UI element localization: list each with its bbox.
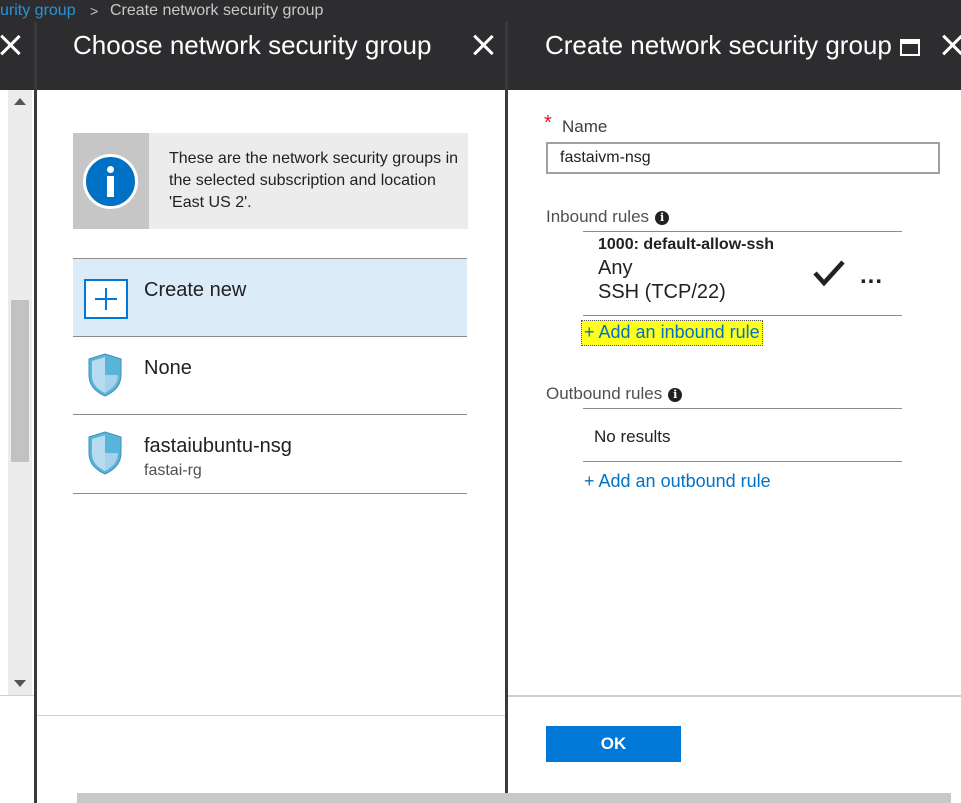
rule-source: Any	[598, 257, 633, 279]
list-item-label: None	[144, 357, 192, 379]
add-inbound-rule-link[interactable]: + Add an inbound rule	[581, 320, 763, 346]
divider	[508, 695, 961, 697]
horizontal-scrollbar[interactable]	[77, 793, 951, 803]
shield-icon	[88, 431, 122, 475]
inbound-rules-text: Inbound rules	[546, 207, 650, 226]
blade-separator	[505, 22, 508, 803]
divider	[0, 695, 34, 696]
info-icon-strip	[73, 133, 149, 229]
breadcrumb-current: Create network security group	[110, 2, 324, 19]
list-item-sublabel: fastai-rg	[144, 462, 202, 479]
no-results-text: No results	[594, 427, 671, 446]
list-item-none[interactable]: None	[73, 337, 467, 415]
chevron-right-icon: >	[90, 3, 99, 19]
inbound-rule-row[interactable]: 1000: default-allow-ssh Any SSH (TCP/22)	[598, 236, 818, 304]
scroll-down-icon[interactable]	[14, 680, 26, 687]
close-icon[interactable]	[471, 32, 495, 58]
maximize-icon[interactable]	[900, 39, 920, 56]
scroll-thumb[interactable]	[11, 300, 29, 462]
blade-separator	[34, 22, 37, 803]
outbound-rules-text: Outbound rules	[546, 384, 663, 403]
info-icon[interactable]: i	[655, 211, 670, 225]
required-icon: *	[544, 112, 552, 134]
checkmark-icon	[813, 260, 845, 287]
info-text: These are the network security groups in…	[169, 150, 459, 211]
add-outbound-rule-link[interactable]: + Add an outbound rule	[584, 471, 771, 492]
name-label: Name	[562, 117, 608, 136]
divider	[37, 715, 505, 716]
shield-icon	[88, 353, 122, 397]
divider	[583, 461, 902, 462]
info-banner: These are the network security groups in…	[73, 133, 468, 229]
breadcrumb-link[interactable]: urity group	[0, 0, 76, 22]
name-input[interactable]	[546, 142, 940, 174]
divider	[583, 231, 902, 232]
inbound-rules-label: Inbound rules i	[546, 207, 670, 227]
info-icon	[83, 154, 138, 209]
create-nsg-header: Create network security group	[508, 22, 961, 90]
left-blade-scrollbar[interactable]	[8, 90, 32, 695]
choose-nsg-title: Choose network security group	[73, 30, 432, 60]
rule-service: SSH (TCP/22)	[598, 281, 726, 303]
divider	[583, 315, 902, 316]
choose-nsg-header: Choose network security group	[37, 22, 505, 90]
rule-name: 1000: default-allow-ssh	[598, 236, 775, 253]
close-icon[interactable]	[940, 32, 961, 58]
scroll-up-icon[interactable]	[14, 98, 26, 105]
ok-button[interactable]: OK	[546, 726, 681, 762]
info-icon[interactable]: i	[668, 388, 683, 402]
left-blade-header	[0, 22, 34, 90]
list-item-create-new[interactable]: Create new	[73, 258, 467, 337]
divider	[583, 408, 902, 409]
list-item-label: Create new	[144, 279, 247, 301]
outbound-rules-label: Outbound rules i	[546, 384, 683, 404]
create-nsg-title: Create network security group	[545, 30, 892, 60]
list-item-label: fastaiubuntu-nsg	[144, 435, 292, 457]
list-item-fastaiubuntu-nsg[interactable]: fastaiubuntu-nsg fastai-rg	[73, 415, 467, 494]
breadcrumb: urity group > Create network security gr…	[0, 0, 961, 22]
close-icon[interactable]	[0, 32, 22, 58]
plus-icon	[84, 279, 128, 319]
more-icon[interactable]: ...	[860, 262, 883, 290]
